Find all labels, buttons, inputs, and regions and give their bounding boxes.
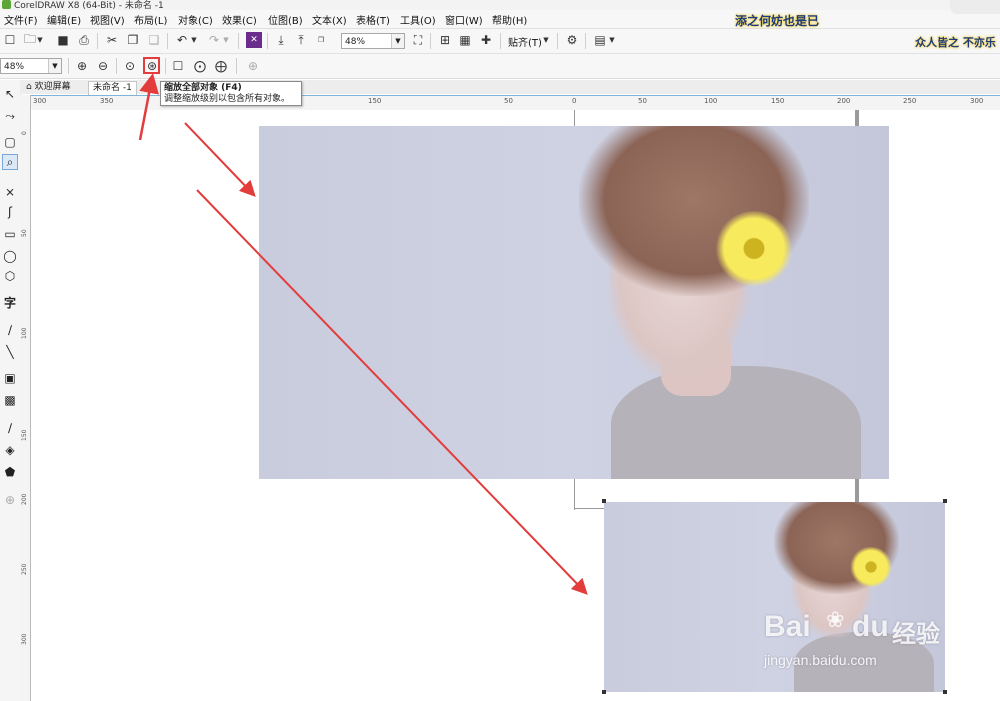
watermark-cn: 经验 xyxy=(892,620,940,648)
baidu-watermark: Bai ❀ du 经验 jingyan.baidu.com xyxy=(760,604,950,674)
annotation-arrows xyxy=(138,73,588,595)
arrow-to-small-photo xyxy=(196,189,588,595)
arrow-to-zoom-button xyxy=(138,73,159,141)
paw-icon: ❀ xyxy=(826,608,845,633)
watermark-brand: Bai xyxy=(764,610,811,643)
arrow-to-large-photo xyxy=(184,122,256,197)
watermark-brand-2: du xyxy=(852,610,889,643)
watermark-url: jingyan.baidu.com xyxy=(764,652,877,668)
